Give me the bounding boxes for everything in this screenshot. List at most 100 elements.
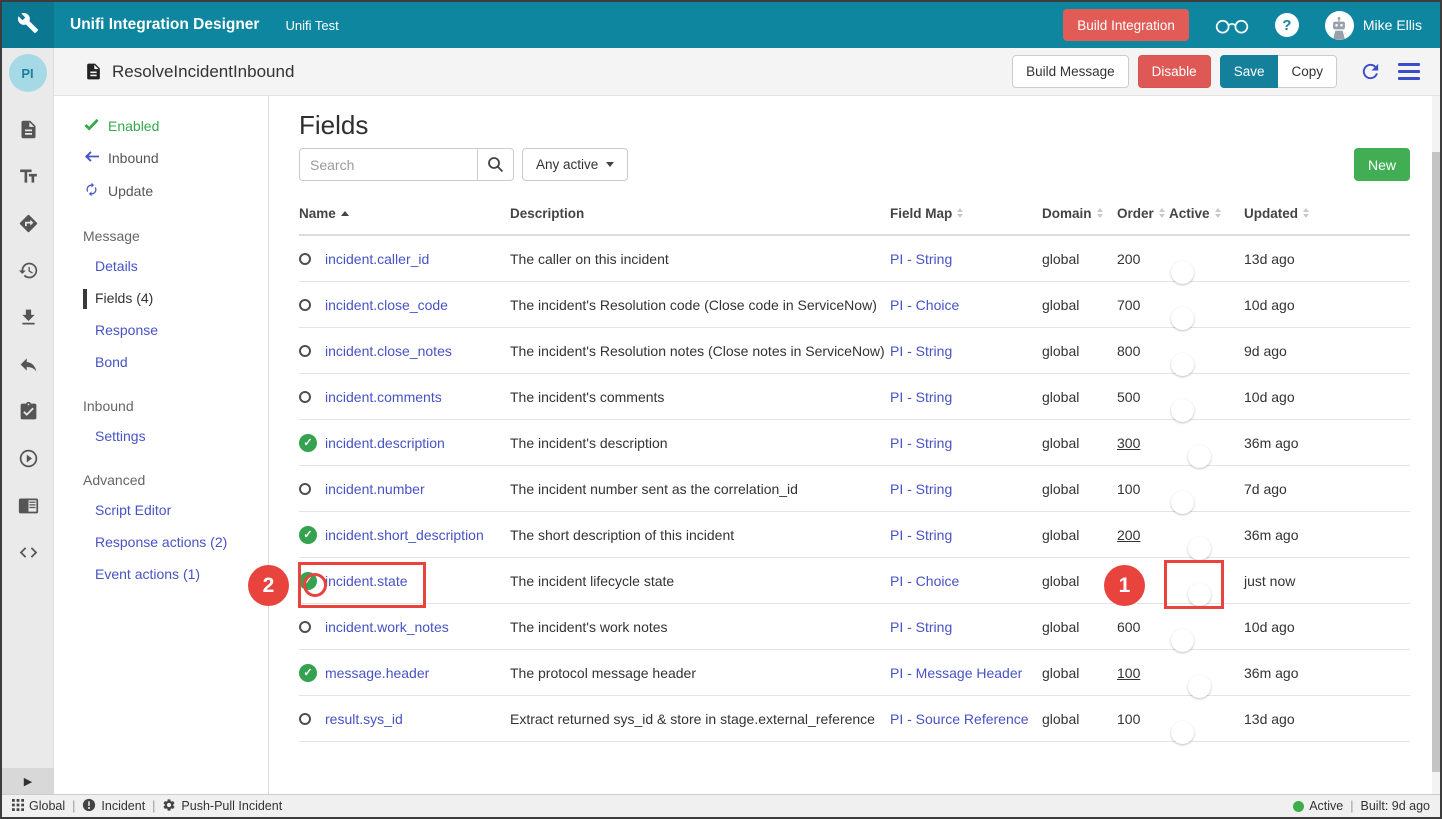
play-icon[interactable] (2, 435, 54, 482)
field-description: The incident's Resolution notes (Close n… (510, 343, 890, 359)
sort-icon (1159, 208, 1165, 218)
book-icon[interactable] (2, 482, 54, 529)
field-map-link[interactable]: PI - String (890, 481, 952, 497)
code-icon[interactable] (2, 529, 54, 576)
scrollbar-track[interactable] (1432, 96, 1440, 794)
refresh-icon[interactable] (1359, 60, 1382, 83)
inactive-circle-icon (299, 621, 325, 633)
field-map-link[interactable]: PI - String (890, 619, 952, 635)
field-map-link[interactable]: PI - String (890, 527, 952, 543)
incident-icon (82, 798, 96, 815)
field-name-link[interactable]: result.sys_id (325, 711, 403, 727)
field-map-link[interactable]: PI - Choice (890, 573, 959, 589)
new-field-button[interactable]: New (1354, 148, 1410, 181)
page-title: Fields (299, 110, 1440, 141)
field-map-link[interactable]: PI - String (890, 251, 952, 267)
column-header-order[interactable]: Order (1117, 206, 1169, 221)
save-button[interactable]: Save (1220, 55, 1279, 88)
nav-item-settings[interactable]: Settings (54, 420, 268, 452)
message-toolbar: ResolveIncidentInbound Build Message Dis… (54, 48, 1440, 96)
field-name-link[interactable]: message.header (325, 665, 429, 681)
field-name-link[interactable]: incident.comments (325, 389, 442, 405)
build-integration-button[interactable]: Build Integration (1063, 9, 1189, 41)
app-window: Unifi Integration Designer Unifi Test Bu… (0, 0, 1442, 819)
field-order[interactable]: 300 (1117, 435, 1140, 451)
field-map-link[interactable]: PI - Message Header (890, 665, 1022, 681)
column-header-active[interactable]: Active (1169, 206, 1244, 221)
nav-item-script-editor[interactable]: Script Editor (54, 494, 268, 526)
nav-section-inbound: Inbound (54, 378, 268, 420)
preview-glasses-icon[interactable] (1215, 15, 1249, 35)
nav-item-response-actions[interactable]: Response actions (2) (54, 526, 268, 558)
field-name-link[interactable]: incident.close_notes (325, 343, 452, 359)
field-updated: 7d ago (1244, 481, 1410, 497)
scope-item[interactable]: Global (12, 799, 65, 814)
field-name-link[interactable]: incident.number (325, 481, 425, 497)
process-item[interactable]: Incident (82, 798, 145, 815)
active-filter-dropdown[interactable]: Any active (522, 148, 628, 181)
nav-item-response[interactable]: Response (54, 314, 268, 346)
nav-item-details[interactable]: Details (54, 250, 268, 282)
nav-enabled[interactable]: Enabled (54, 110, 268, 142)
history-icon[interactable] (2, 247, 54, 294)
field-domain: global (1042, 435, 1117, 451)
text-icon[interactable] (2, 153, 54, 200)
nav-item-fields[interactable]: Fields (4) (54, 282, 268, 314)
fields-table: Name Description Field Map Domain Order … (299, 192, 1410, 742)
field-name-link[interactable]: incident.short_description (325, 527, 484, 543)
help-icon[interactable]: ? (1275, 13, 1299, 37)
search-icon[interactable] (477, 148, 514, 181)
field-order: 600 (1117, 619, 1140, 635)
nav-inbound-direction[interactable]: Inbound (54, 142, 268, 174)
field-map-link[interactable]: PI - Choice (890, 297, 959, 313)
document-icon[interactable] (2, 106, 54, 153)
nav-update-type[interactable]: Update (54, 174, 268, 208)
column-header-updated[interactable]: Updated (1244, 206, 1410, 221)
column-header-name[interactable]: Name (299, 206, 510, 221)
field-domain: global (1042, 619, 1117, 635)
field-description: The short description of this incident (510, 527, 890, 543)
nav-item-event-actions[interactable]: Event actions (1) (54, 558, 268, 590)
field-updated: 36m ago (1244, 527, 1410, 543)
field-map-link[interactable]: PI - String (890, 343, 952, 359)
status-dot-icon (1293, 801, 1304, 812)
column-header-domain[interactable]: Domain (1042, 206, 1117, 221)
workspace-name[interactable]: Unifi Test (285, 18, 338, 33)
scrollbar-thumb[interactable] (1432, 152, 1440, 772)
column-header-description[interactable]: Description (510, 206, 890, 221)
integration-avatar[interactable]: PI (9, 54, 47, 92)
field-map-link[interactable]: PI - String (890, 435, 952, 451)
field-name-link[interactable]: incident.description (325, 435, 445, 451)
field-map-link[interactable]: PI - Source Reference (890, 711, 1029, 727)
search-input[interactable] (299, 148, 477, 181)
reply-icon[interactable] (2, 341, 54, 388)
field-domain: global (1042, 343, 1117, 359)
field-order[interactable]: 100 (1117, 665, 1140, 681)
hamburger-menu-icon[interactable] (1398, 63, 1420, 80)
rail-expand-button[interactable]: ▶ (2, 768, 54, 794)
directions-icon[interactable] (2, 200, 54, 247)
field-order[interactable]: 200 (1117, 527, 1140, 543)
field-name-link[interactable]: incident.work_notes (325, 619, 449, 635)
table-row: ✓ incident.state The incident lifecycle … (299, 558, 1410, 604)
column-header-field-map[interactable]: Field Map (890, 206, 1042, 221)
user-avatar[interactable] (1325, 11, 1354, 40)
field-name-link[interactable]: incident.caller_id (325, 251, 429, 267)
table-row: incident.work_notes The incident's work … (299, 604, 1410, 650)
integration-item[interactable]: Push-Pull Incident (162, 798, 282, 815)
app-logo[interactable] (2, 2, 54, 48)
annotation-ring-icon (303, 573, 327, 597)
field-description: The incident's description (510, 435, 890, 451)
field-name-link[interactable]: incident.close_code (325, 297, 448, 313)
copy-button[interactable]: Copy (1278, 55, 1337, 88)
field-updated: 10d ago (1244, 389, 1410, 405)
task-icon[interactable] (2, 388, 54, 435)
field-order: 100 (1117, 711, 1140, 727)
download-icon[interactable] (2, 294, 54, 341)
field-description: The caller on this incident (510, 251, 890, 267)
user-name[interactable]: Mike Ellis (1363, 17, 1422, 33)
field-map-link[interactable]: PI - String (890, 389, 952, 405)
disable-button[interactable]: Disable (1138, 55, 1211, 88)
nav-item-bond[interactable]: Bond (54, 346, 268, 378)
build-message-button[interactable]: Build Message (1012, 55, 1129, 88)
